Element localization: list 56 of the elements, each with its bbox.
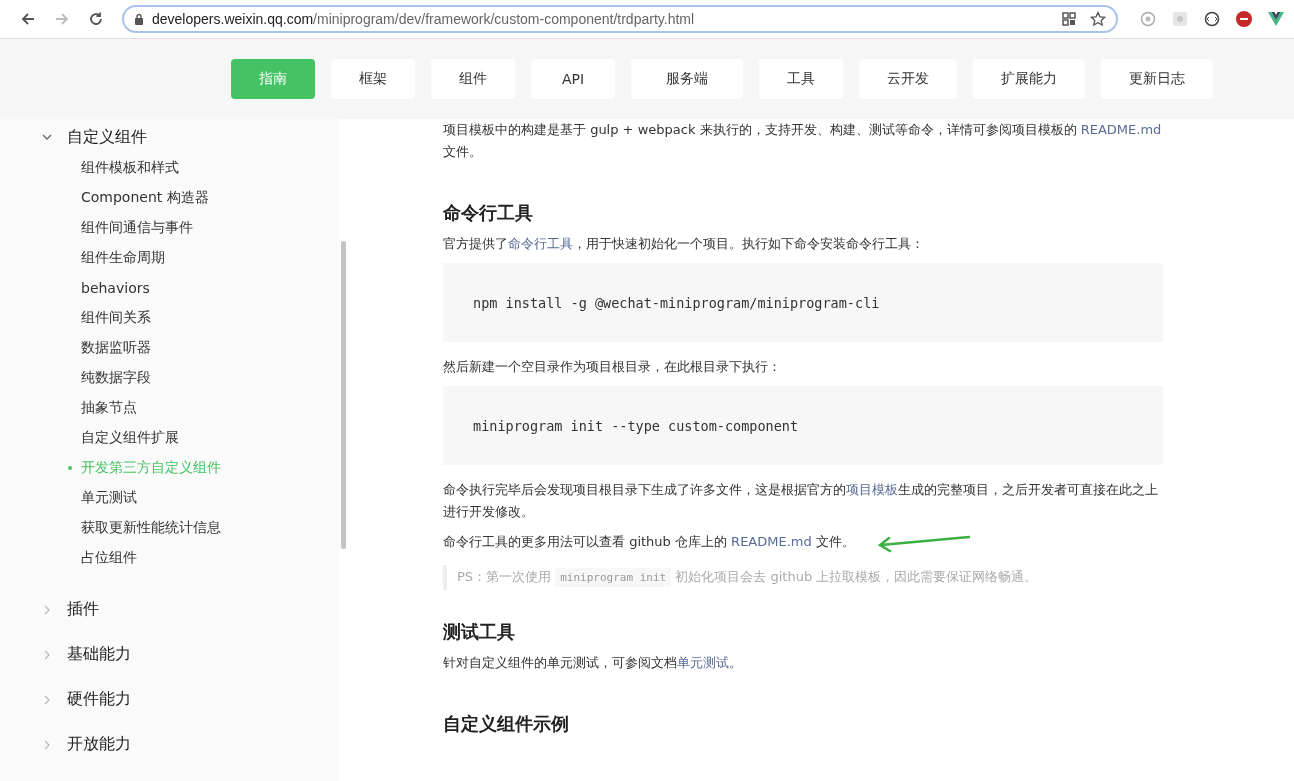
link[interactable]: README.md: [731, 534, 812, 549]
paragraph: 官方提供了命令行工具，用于快速初始化一个项目。执行如下命令安装命令行工具：: [443, 235, 924, 253]
extension-icon[interactable]: [1204, 11, 1220, 27]
nav-tab[interactable]: 服务端: [631, 59, 743, 99]
sidebar-section[interactable]: 自定义组件: [67, 126, 147, 148]
sidebar-item[interactable]: 组件间关系: [81, 309, 151, 327]
inline-code: miniprogram init: [555, 568, 672, 587]
address-bar[interactable]: developers.weixin.qq.com/miniprogram/dev/framework/custom-component/trdparty.html: [122, 5, 1118, 33]
section-heading: 命令行工具: [443, 201, 534, 225]
nav-tab[interactable]: 更新日志: [1101, 59, 1213, 99]
link[interactable]: 单元测试: [677, 655, 729, 670]
sidebar-item[interactable]: behaviors: [81, 280, 150, 296]
sidebar-item[interactable]: 占位组件: [81, 549, 137, 567]
qr-code-icon[interactable]: [1062, 12, 1076, 26]
nav-tab[interactable]: 扩展能力: [973, 59, 1085, 99]
nav-tab[interactable]: API: [531, 59, 615, 99]
code-text: miniprogram init --type custom-component: [473, 418, 799, 434]
link[interactable]: 命令行工具: [508, 236, 573, 251]
chevron-icon[interactable]: [42, 132, 52, 142]
star-icon[interactable]: [1090, 11, 1106, 27]
sidebar-item[interactable]: 抽象节点: [81, 399, 137, 417]
back-icon[interactable]: [20, 11, 36, 27]
current-dot: [68, 466, 72, 470]
nav-tab[interactable]: 框架: [331, 59, 415, 99]
nav-tab[interactable]: 组件: [431, 59, 515, 99]
paragraph: 命令执行完毕后会发现项目根目录下生成了许多文件，这是根据官方的项目模板生成的完整项目，之后开发者可直接在此之上进行开发修改。: [443, 481, 1159, 521]
sidebar-section[interactable]: 基础能力: [67, 644, 131, 665]
sidebar-section[interactable]: 开放能力: [67, 734, 131, 755]
section-heading: 自定义组件示例: [443, 712, 570, 736]
sidebar-item[interactable]: 获取更新性能统计信息: [81, 519, 221, 537]
sidebar-item[interactable]: 纯数据字段: [81, 369, 151, 387]
paragraph: 针对自定义组件的单元测试，可参阅文档单元测试。: [443, 654, 742, 672]
code-text: npm install -g @wechat-miniprogram/miniprogram-cli: [473, 295, 880, 311]
sidebar-item[interactable]: 组件生命周期: [81, 249, 165, 267]
sidebar-item[interactable]: 组件模板和样式: [81, 159, 179, 177]
sidebar-item[interactable]: 组件间通信与事件: [81, 219, 193, 237]
nav-tab[interactable]: 云开发: [859, 59, 957, 99]
paragraph: 命令行工具的更多用法可以查看 github 仓库上的 README.md 文件。: [443, 533, 855, 551]
paragraph: 然后新建一个空目录作为项目根目录，在此根目录下执行：: [443, 358, 781, 376]
sidebar-item[interactable]: 自定义组件扩展: [81, 429, 179, 447]
lock-icon: [134, 13, 144, 25]
link[interactable]: 项目模板: [846, 482, 898, 497]
vue-logo-icon[interactable]: [1268, 12, 1284, 26]
sidebar-item[interactable]: Component 构造器: [81, 189, 209, 207]
sidebar-item[interactable]: 单元测试: [81, 489, 137, 507]
reload-icon[interactable]: [88, 11, 104, 27]
extension-icon[interactable]: [1236, 11, 1252, 27]
sidebar-section[interactable]: 硬件能力: [67, 689, 131, 710]
url-text: developers.weixin.qq.com/miniprogram/dev/framework/custom-component/trdparty.html: [152, 11, 696, 27]
nav-tab[interactable]: 工具: [759, 59, 843, 99]
link[interactable]: README.md: [1080, 122, 1162, 137]
sidebar-section[interactable]: 插件: [67, 599, 99, 620]
section-heading: 测试工具: [443, 620, 516, 644]
sidebar-item[interactable]: 数据监听器: [81, 339, 151, 357]
scrollbar-thumb[interactable]: [341, 241, 346, 549]
paragraph: 项目模板中的构建是基于 gulp + webpack 来执行的，支持开发、构建、测试等命令，详情可参阅项目模板的 README.md 文件。: [443, 121, 1163, 161]
